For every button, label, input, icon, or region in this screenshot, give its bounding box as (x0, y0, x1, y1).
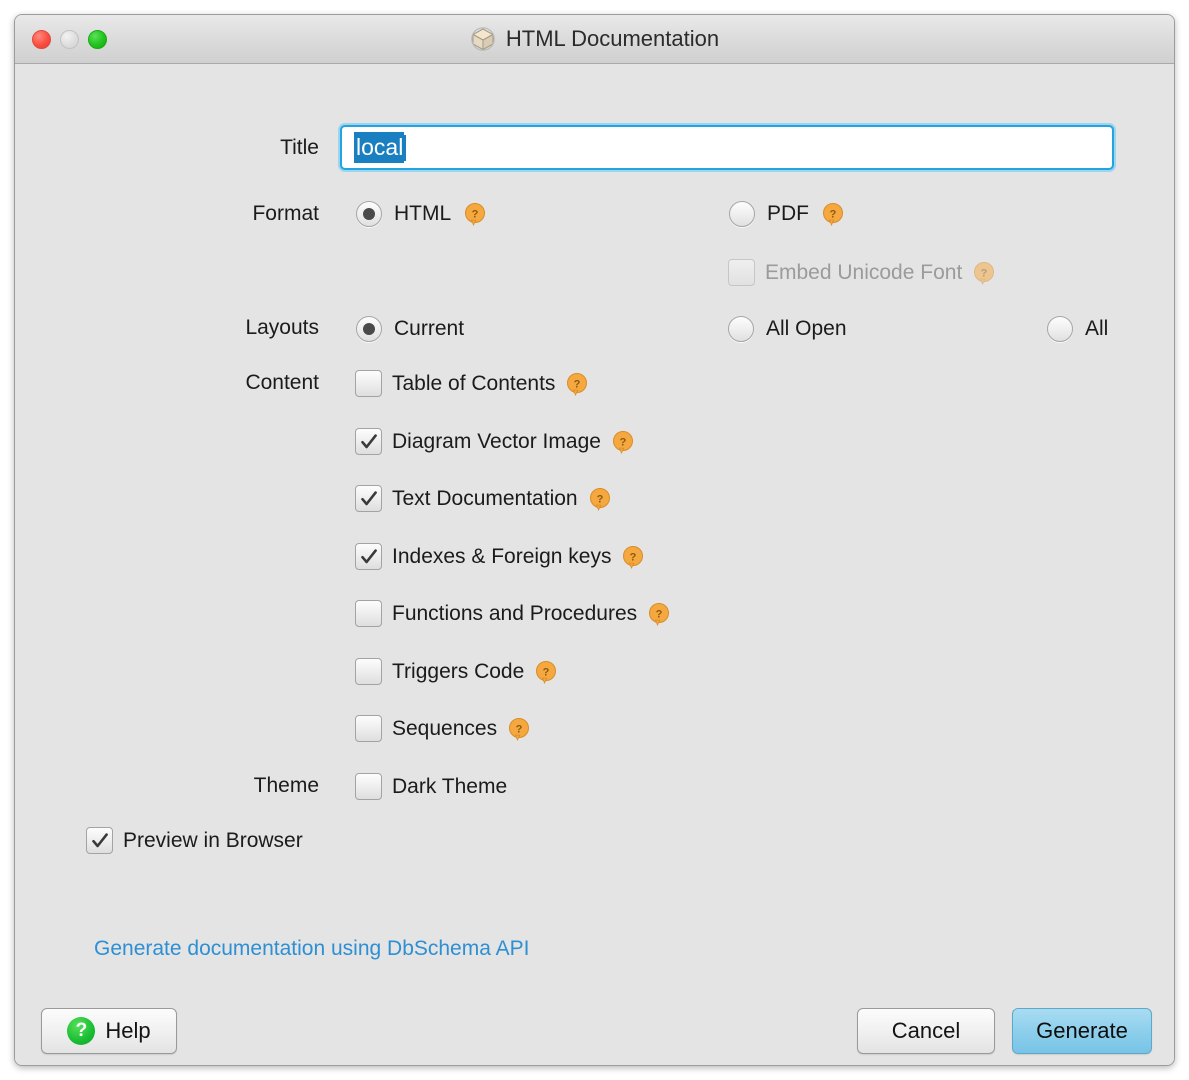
svg-text:?: ? (620, 436, 627, 448)
svg-text:?: ? (472, 209, 479, 221)
checkbox-icon[interactable] (355, 715, 382, 742)
checkbox-table-of-contents[interactable]: Table of Contents ? (355, 370, 589, 397)
checkbox-icon[interactable] (355, 658, 382, 685)
checkbox-icon[interactable] (86, 827, 113, 854)
help-icon[interactable]: ? (647, 602, 671, 626)
svg-text:?: ? (596, 493, 603, 505)
checkbox-text-documentation-label: Text Documentation (392, 487, 578, 511)
format-label: Format (119, 202, 319, 226)
radio-icon[interactable] (728, 316, 754, 342)
cube-icon (470, 26, 496, 52)
checkbox-preview-in-browser-label: Preview in Browser (123, 829, 303, 853)
checkbox-triggers-code[interactable]: Triggers Code ? (355, 658, 558, 685)
checkbox-icon[interactable] (355, 773, 382, 800)
checkbox-icon[interactable] (355, 370, 382, 397)
checkbox-dark-theme[interactable]: Dark Theme (355, 773, 507, 800)
help-icon: ? (972, 261, 996, 285)
radio-layouts-current[interactable]: Current (356, 316, 464, 342)
help-button[interactable]: ? Help (41, 1008, 177, 1054)
checkbox-functions-and-procedures-label: Functions and Procedures (392, 602, 637, 626)
radio-icon[interactable] (356, 201, 382, 227)
checkbox-icon (728, 259, 755, 286)
checkbox-dark-theme-label: Dark Theme (392, 775, 507, 799)
checkbox-sequences[interactable]: Sequences ? (355, 715, 531, 742)
radio-layouts-all-open[interactable]: All Open (728, 316, 847, 342)
content-label: Content (119, 371, 319, 395)
checkbox-sequences-label: Sequences (392, 717, 497, 741)
help-question-icon: ? (67, 1017, 95, 1045)
svg-text:?: ? (630, 551, 637, 563)
checkbox-icon[interactable] (355, 485, 382, 512)
radio-layouts-all[interactable]: All (1047, 316, 1108, 342)
screenshot-root: HTML Documentation Title local Format HT… (0, 0, 1189, 1080)
checkbox-table-of-contents-label: Table of Contents (392, 372, 555, 396)
text-caret (404, 135, 406, 161)
checkbox-text-documentation[interactable]: Text Documentation ? (355, 485, 612, 512)
svg-text:?: ? (830, 209, 837, 221)
help-icon[interactable]: ? (621, 545, 645, 569)
radio-layouts-all-open-label: All Open (766, 317, 847, 341)
checkbox-icon[interactable] (355, 543, 382, 570)
svg-text:?: ? (574, 378, 581, 390)
title-label: Title (119, 136, 319, 160)
help-button-label: Help (105, 1018, 150, 1044)
help-icon[interactable]: ? (507, 717, 531, 741)
cancel-button-label: Cancel (892, 1018, 960, 1044)
help-icon[interactable]: ? (588, 487, 612, 511)
checkbox-functions-and-procedures[interactable]: Functions and Procedures ? (355, 600, 671, 627)
help-icon[interactable]: ? (463, 202, 487, 226)
help-icon[interactable]: ? (821, 202, 845, 226)
help-icon[interactable]: ? (611, 430, 635, 454)
radio-format-pdf[interactable]: PDF ? (729, 201, 845, 227)
help-icon[interactable]: ? (565, 372, 589, 396)
radio-layouts-all-label: All (1085, 317, 1108, 341)
title-input-value: local (354, 132, 404, 163)
checkbox-embed-unicode-font-label: Embed Unicode Font (765, 261, 962, 285)
layouts-label: Layouts (119, 316, 319, 340)
checkbox-indexes-foreign-keys[interactable]: Indexes & Foreign keys ? (355, 543, 645, 570)
checkbox-diagram-vector-image-label: Diagram Vector Image (392, 430, 601, 454)
title-input[interactable]: local (340, 125, 1114, 170)
checkbox-diagram-vector-image[interactable]: Diagram Vector Image ? (355, 428, 635, 455)
radio-layouts-current-label: Current (394, 317, 464, 341)
window-title-group: HTML Documentation (15, 15, 1174, 63)
generate-button[interactable]: Generate (1012, 1008, 1152, 1054)
checkbox-icon[interactable] (355, 428, 382, 455)
html-documentation-dialog: HTML Documentation Title local Format HT… (14, 14, 1175, 1066)
window-title: HTML Documentation (506, 26, 719, 52)
generate-documentation-api-link[interactable]: Generate documentation using DbSchema AP… (94, 937, 529, 961)
radio-icon[interactable] (1047, 316, 1073, 342)
cancel-button[interactable]: Cancel (857, 1008, 995, 1054)
dialog-body: Title local Format HTML ? PDF (15, 64, 1174, 1066)
checkbox-triggers-code-label: Triggers Code (392, 660, 524, 684)
radio-format-html[interactable]: HTML ? (356, 201, 487, 227)
window-titlebar: HTML Documentation (15, 15, 1174, 64)
svg-text:?: ? (543, 666, 550, 678)
checkbox-indexes-foreign-keys-label: Indexes & Foreign keys (392, 545, 611, 569)
radio-icon[interactable] (729, 201, 755, 227)
help-icon[interactable]: ? (534, 660, 558, 684)
svg-text:?: ? (656, 608, 663, 620)
svg-text:?: ? (516, 723, 523, 735)
radio-format-pdf-label: PDF (767, 202, 809, 226)
checkbox-embed-unicode-font: Embed Unicode Font ? (728, 259, 996, 286)
theme-label: Theme (119, 774, 319, 798)
checkbox-preview-in-browser[interactable]: Preview in Browser (86, 827, 303, 854)
checkbox-icon[interactable] (355, 600, 382, 627)
radio-icon[interactable] (356, 316, 382, 342)
svg-text:?: ? (981, 267, 988, 279)
generate-button-label: Generate (1036, 1018, 1128, 1044)
radio-format-html-label: HTML (394, 202, 451, 226)
